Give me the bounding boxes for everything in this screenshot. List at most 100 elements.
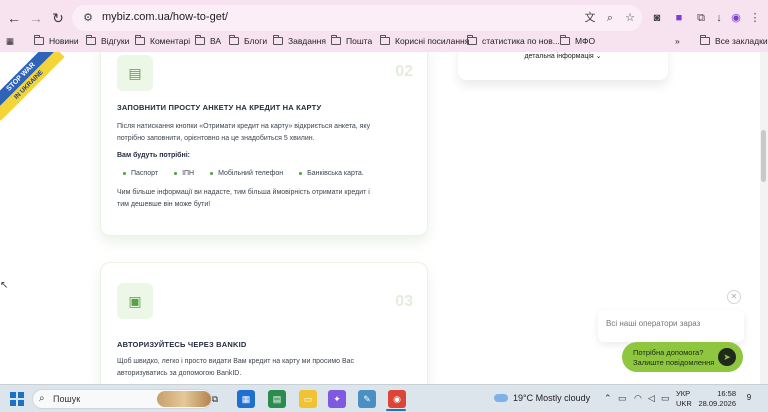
reload-icon[interactable]: ↻ <box>48 8 68 28</box>
search-placeholder: Пошук <box>53 394 81 404</box>
bookmark-item[interactable]: МФО <box>560 34 595 48</box>
notifications-badge[interactable]: 9 <box>742 391 756 405</box>
clock[interactable]: 16:58 28.09.2026 <box>698 389 736 409</box>
bookmarks-overflow-icon[interactable]: » <box>675 34 680 48</box>
scrollbar-thumb[interactable] <box>761 130 766 182</box>
list-item: Банківська карта. <box>299 170 364 177</box>
chat-message-box[interactable]: Всі наші оператори зараз <box>598 310 744 342</box>
windows-start-icon[interactable] <box>10 392 24 406</box>
list-item: Паспорт <box>123 170 158 177</box>
zoom-icon[interactable]: ⌕ <box>602 10 618 26</box>
close-icon[interactable]: ✕ <box>727 290 741 304</box>
text-line: авторизуватись за допомогою BankID. <box>117 370 242 377</box>
bookmark-item[interactable]: Завдання <box>273 34 326 48</box>
copilot-icon[interactable]: ✦ <box>328 390 346 408</box>
help-line2: Залиште повідомлення <box>633 358 715 367</box>
bookmark-item[interactable]: ВА <box>195 34 221 48</box>
wifi-icon[interactable]: ◠ <box>634 393 642 404</box>
task-view-icon[interactable]: ⧉ <box>206 390 224 408</box>
bookmark-item[interactable]: Відгуки <box>86 34 129 48</box>
bullet-icon <box>123 172 126 175</box>
cloud-icon <box>494 394 508 402</box>
menu-icon[interactable]: ⋮ <box>746 9 764 27</box>
text-line: Після натискання кнопки «Отримати кредит… <box>117 123 371 130</box>
needs-label: Вам будуть потрібні: <box>117 152 191 159</box>
bullet-icon <box>174 172 178 175</box>
step-number: 02 <box>395 63 413 80</box>
chevron-down-icon: ⌄ <box>595 53 602 60</box>
help-line1: Потрібна допомога? <box>633 348 704 357</box>
scrollbar[interactable] <box>760 52 768 384</box>
folder-icon <box>86 35 96 45</box>
text-line: Щоб швидко, легко і просто видати Вам кр… <box>117 358 355 365</box>
step-card-03: ▣ 03 АВТОРИЗУЙТЕСЬ ЧЕРЕЗ BANKID Щоб швид… <box>100 262 428 384</box>
address-bar[interactable]: ⚙ mybiz.com.ua/how-to-get/ 文 ⌕ ☆ <box>72 5 642 31</box>
bullet-icon <box>210 172 214 175</box>
extension-color-icon[interactable]: ■ <box>670 9 688 27</box>
speaker-icon[interactable]: ◁ <box>648 393 655 404</box>
forward-icon[interactable]: → <box>26 8 46 28</box>
store-icon[interactable]: ▦ <box>237 390 255 408</box>
operators-text: Всі наші оператори зараз <box>606 319 701 328</box>
camera-icon[interactable]: ◙ <box>648 9 666 27</box>
bookmarks-bar: ▦ Новини Відгуки Коментарі ВА Блоги Завд… <box>0 32 768 50</box>
card-title: ЗАПОВНИТИ ПРОСТУ АНКЕТУ НА КРЕДИТ НА КАР… <box>117 103 322 112</box>
card-paragraph: Щоб швидко, легко і просто видати Вам кр… <box>117 356 407 380</box>
language-indicator[interactable]: УКР UKR <box>676 389 692 409</box>
folder-icon <box>34 35 44 45</box>
folder-icon <box>273 35 283 45</box>
back-icon[interactable]: ← <box>4 8 24 28</box>
folder-icon <box>331 35 341 45</box>
chrome-icon[interactable]: ◉ <box>388 390 406 408</box>
chevron-up-icon[interactable]: ⌃ <box>604 393 612 404</box>
profile-icon[interactable]: ◉ <box>727 9 745 27</box>
page-content: STOP WAR IN UKRAINE детальна інформація … <box>0 52 768 384</box>
list-item: Мобільний телефон <box>210 170 283 177</box>
url-text[interactable]: mybiz.com.ua/how-to-get/ <box>102 11 228 23</box>
calculator-icon[interactable]: ▤ <box>268 390 286 408</box>
folder-icon <box>229 35 239 45</box>
tray-app-icon[interactable]: ▭ <box>618 393 627 404</box>
translate-icon[interactable]: 文 <box>582 10 598 26</box>
bookmark-item[interactable]: Коментарі <box>135 34 190 48</box>
help-chat-button[interactable]: Потрібна допомога? Залиште повідомлення … <box>622 342 743 372</box>
search-icon: ⌕ <box>39 393 45 404</box>
bullet-icon <box>299 172 303 175</box>
all-bookmarks[interactable]: Все закладки <box>700 34 768 48</box>
text-line: потрібно заповнити, орієнтовно на це зна… <box>117 135 315 142</box>
detail-info-link[interactable]: детальна інформація ⌄ <box>458 52 668 60</box>
downloads-icon[interactable]: ↓ <box>710 9 728 27</box>
mouse-cursor-icon: ↖ <box>0 280 9 291</box>
documents-list: Паспорт ІПН Мобільний телефон Банківська… <box>123 170 380 177</box>
browser-toolbar: ← → ↻ ⚙ mybiz.com.ua/how-to-get/ 文 ⌕ ☆ ◙… <box>0 4 768 32</box>
folder-icon <box>195 35 205 45</box>
taskbar: ⌕ Пошук ⧉ ▦ ▤ ▭ ✦ ✎ ◉ 19°C Mostly cloudy… <box>0 384 768 412</box>
extensions-icon[interactable]: ⧉ <box>692 9 710 27</box>
site-info-icon[interactable]: ⚙ <box>80 10 96 26</box>
bookmark-item[interactable]: Новини <box>34 34 79 48</box>
bookmark-item[interactable]: статистика по нов... <box>467 34 560 48</box>
browser-chrome: ← → ↻ ⚙ mybiz.com.ua/how-to-get/ 文 ⌕ ☆ ◙… <box>0 0 768 52</box>
folder-icon <box>380 35 390 45</box>
file-explorer-icon[interactable]: ▭ <box>299 390 317 408</box>
active-app-indicator <box>386 409 406 411</box>
stop-war-banner[interactable]: STOP WAR IN UKRAINE <box>0 52 65 121</box>
text-line: тим дешевше він може бути! <box>117 201 211 208</box>
card-paragraph: Після натискання кнопки «Отримати кредит… <box>117 121 407 145</box>
battery-icon[interactable]: ▭ <box>661 393 670 404</box>
info-panel: детальна інформація ⌄ <box>458 52 668 80</box>
folder-icon <box>700 35 710 45</box>
send-icon: ➤ <box>718 348 736 366</box>
list-item: ІПН <box>174 170 194 177</box>
weather-widget[interactable]: 19°C Mostly cloudy <box>494 393 590 403</box>
text-line: Чим більше інформації ви надасте, тим бі… <box>117 189 370 196</box>
bookmark-item[interactable]: Блоги <box>229 34 267 48</box>
notes-icon[interactable]: ✎ <box>358 390 376 408</box>
bookmark-item[interactable]: Пошта <box>331 34 372 48</box>
bookmark-item[interactable]: Корисні посилання <box>380 34 469 48</box>
folder-icon <box>135 35 145 45</box>
bookmark-star-icon[interactable]: ☆ <box>622 10 638 26</box>
apps-grid-icon[interactable]: ▦ <box>6 34 14 48</box>
search-highlight-image <box>157 391 211 407</box>
taskbar-search[interactable]: ⌕ Пошук <box>32 389 212 409</box>
